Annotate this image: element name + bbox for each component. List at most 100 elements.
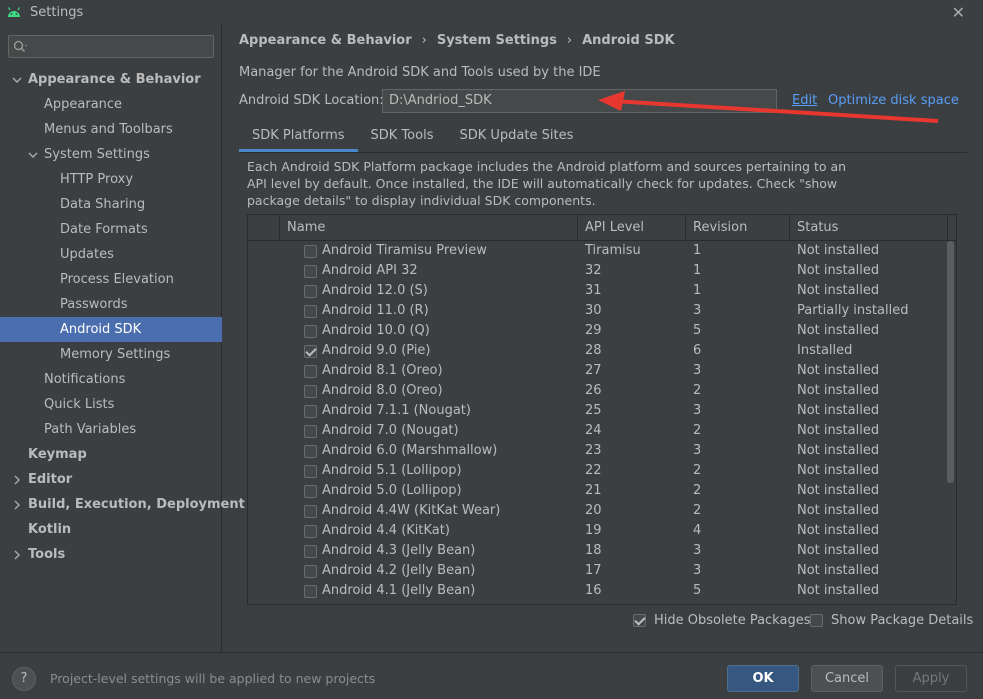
package-checkbox[interactable] [304, 584, 317, 598]
cancel-button[interactable]: Cancel [811, 665, 883, 692]
chevron-down-icon[interactable] [28, 150, 38, 160]
table-row[interactable]: Android 4.4 (KitKat) 19 4 Not installed [248, 521, 956, 541]
column-header-name[interactable]: Name [280, 215, 578, 241]
chevron-right-icon[interactable] [12, 500, 22, 510]
help-icon[interactable]: ? [12, 667, 36, 691]
row-spacer [248, 361, 280, 381]
sidebar-item[interactable]: System Settings [0, 142, 222, 167]
table-row[interactable]: Android 6.0 (Marshmallow) 23 3 Not installe… [248, 441, 956, 461]
package-checkbox[interactable] [304, 384, 317, 398]
package-checkbox[interactable] [304, 284, 317, 298]
package-checkbox[interactable] [304, 464, 317, 478]
search-box[interactable] [8, 35, 214, 58]
row-spacer [248, 281, 280, 301]
table-row[interactable]: Android 4.2 (Jelly Bean) 17 3 Not installed [248, 561, 956, 581]
status-cell: Not installed [797, 463, 880, 478]
package-checkbox[interactable] [304, 404, 317, 418]
name-cell: Android 7.1.1 (Nougat) [280, 401, 578, 421]
sidebar-item[interactable]: Quick Lists [0, 392, 222, 417]
chevron-right-icon[interactable] [12, 475, 22, 485]
settings-tree: Appearance & Behavior Appearance Menus and… [0, 67, 245, 567]
table-row[interactable]: Android 11.0 (R) 30 3 Partially installed [248, 301, 956, 321]
package-checkbox[interactable] [304, 444, 317, 458]
name-cell: Android 4.4W (KitKat Wear) [280, 501, 578, 521]
sidebar-item[interactable]: Path Variables [0, 417, 222, 442]
table-row[interactable]: Android 5.1 (Lollipop) 22 2 Not installed [248, 461, 956, 481]
table-row[interactable]: Android Tiramisu Preview Tiramisu 1 Not ins… [248, 241, 956, 261]
show-details-checkbox[interactable] [810, 614, 823, 627]
ok-button[interactable]: OK [727, 665, 799, 692]
table-row[interactable]: Android 10.0 (Q) 29 5 Not installed [248, 321, 956, 341]
sidebar-item[interactable]: Menus and Toolbars [0, 117, 222, 142]
api-level-cell: 31 [585, 283, 602, 298]
sidebar-item[interactable]: Notifications [0, 367, 222, 392]
table-row[interactable]: Android API 32 32 1 Not installed [248, 261, 956, 281]
package-checkbox[interactable] [304, 264, 317, 278]
sidebar-item[interactable]: Editor [0, 467, 222, 492]
table-scrollbar[interactable] [947, 241, 954, 483]
table-row[interactable]: Android 4.1 (Jelly Bean) 16 5 Not installed [248, 581, 956, 601]
sidebar-item[interactable]: Appearance [0, 92, 222, 117]
table-row[interactable]: Android 4.3 (Jelly Bean) 18 3 Not installed [248, 541, 956, 561]
status-cell: Not installed [797, 283, 880, 298]
table-row[interactable]: Android 4.4W (KitKat Wear) 20 2 Not install… [248, 501, 956, 521]
table-row[interactable]: Android 8.0 (Oreo) 26 2 Not installed [248, 381, 956, 401]
revision-cell: 5 [693, 583, 702, 598]
chevron-right-icon[interactable] [12, 550, 22, 560]
sidebar-item[interactable]: Memory Settings [0, 342, 222, 367]
tab-sdk-platforms[interactable]: SDK Platforms [239, 122, 358, 152]
table-row[interactable]: Android 5.0 (Lollipop) 21 2 Not installed [248, 481, 956, 501]
sidebar-item[interactable]: Build, Execution, Deployment [0, 492, 245, 517]
package-checkbox[interactable] [304, 424, 317, 438]
table-row[interactable]: Android 9.0 (Pie) 28 6 Installed [248, 341, 956, 361]
package-checkbox[interactable] [304, 544, 317, 558]
sidebar-item[interactable]: Appearance & Behavior [0, 67, 222, 92]
table-row[interactable]: Android 7.1.1 (Nougat) 25 3 Not installed [248, 401, 956, 421]
sidebar-item[interactable]: Passwords [0, 292, 222, 317]
column-header-api-level[interactable]: API Level [578, 215, 686, 241]
table-row[interactable]: Android 8.1 (Oreo) 27 3 Not installed [248, 361, 956, 381]
package-checkbox[interactable] [304, 344, 317, 358]
sidebar-item[interactable]: Tools [0, 542, 222, 567]
api-level-cell: 29 [585, 323, 602, 338]
package-checkbox[interactable] [304, 524, 317, 538]
search-input[interactable] [33, 37, 209, 56]
sidebar-item[interactable]: HTTP Proxy [0, 167, 222, 192]
package-checkbox[interactable] [304, 364, 317, 378]
status-cell: Partially installed [797, 303, 909, 318]
row-spacer [248, 241, 280, 261]
tab-sdk-tools[interactable]: SDK Tools [358, 122, 447, 152]
hide-obsolete-checkbox[interactable] [633, 614, 646, 627]
table-row[interactable]: Android 7.0 (Nougat) 24 2 Not installed [248, 421, 956, 441]
package-name: Android 4.4 (KitKat) [322, 523, 450, 538]
hide-obsolete-option[interactable]: Hide Obsolete Packages [633, 613, 810, 628]
column-header-status[interactable]: Status [790, 215, 948, 241]
chevron-down-icon[interactable] [12, 75, 22, 85]
sidebar-item[interactable]: Process Elevation [0, 267, 222, 292]
sidebar-item[interactable]: Android SDK [0, 317, 222, 342]
package-checkbox[interactable] [304, 244, 317, 258]
revision-cell: 3 [693, 403, 702, 418]
show-details-option[interactable]: Show Package Details [810, 613, 973, 628]
package-checkbox[interactable] [304, 504, 317, 518]
column-header-revision[interactable]: Revision [686, 215, 790, 241]
sidebar-item[interactable]: Data Sharing [0, 192, 222, 217]
sidebar-item-label: Path Variables [44, 422, 137, 437]
package-checkbox[interactable] [304, 484, 317, 498]
name-cell: Android 5.0 (Lollipop) [280, 481, 578, 501]
breadcrumb: Appearance & Behavior › System Settings … [239, 33, 675, 48]
sidebar-item-label: Appearance [44, 97, 123, 112]
tab-sdk-update-sites[interactable]: SDK Update Sites [446, 122, 586, 152]
sidebar-item[interactable]: Keymap [0, 442, 222, 467]
sidebar-item[interactable]: Updates [0, 242, 222, 267]
apply-button[interactable]: Apply [895, 665, 967, 692]
package-checkbox[interactable] [304, 324, 317, 338]
sidebar-item[interactable]: Kotlin [0, 517, 222, 542]
package-checkbox[interactable] [304, 304, 317, 318]
package-checkbox[interactable] [304, 564, 317, 578]
row-spacer [248, 521, 280, 541]
breadcrumb-separator: › [421, 33, 427, 48]
sidebar-item[interactable]: Date Formats [0, 217, 222, 242]
table-row[interactable]: Android 12.0 (S) 31 1 Not installed [248, 281, 956, 301]
close-icon[interactable]: ✕ [952, 3, 965, 22]
